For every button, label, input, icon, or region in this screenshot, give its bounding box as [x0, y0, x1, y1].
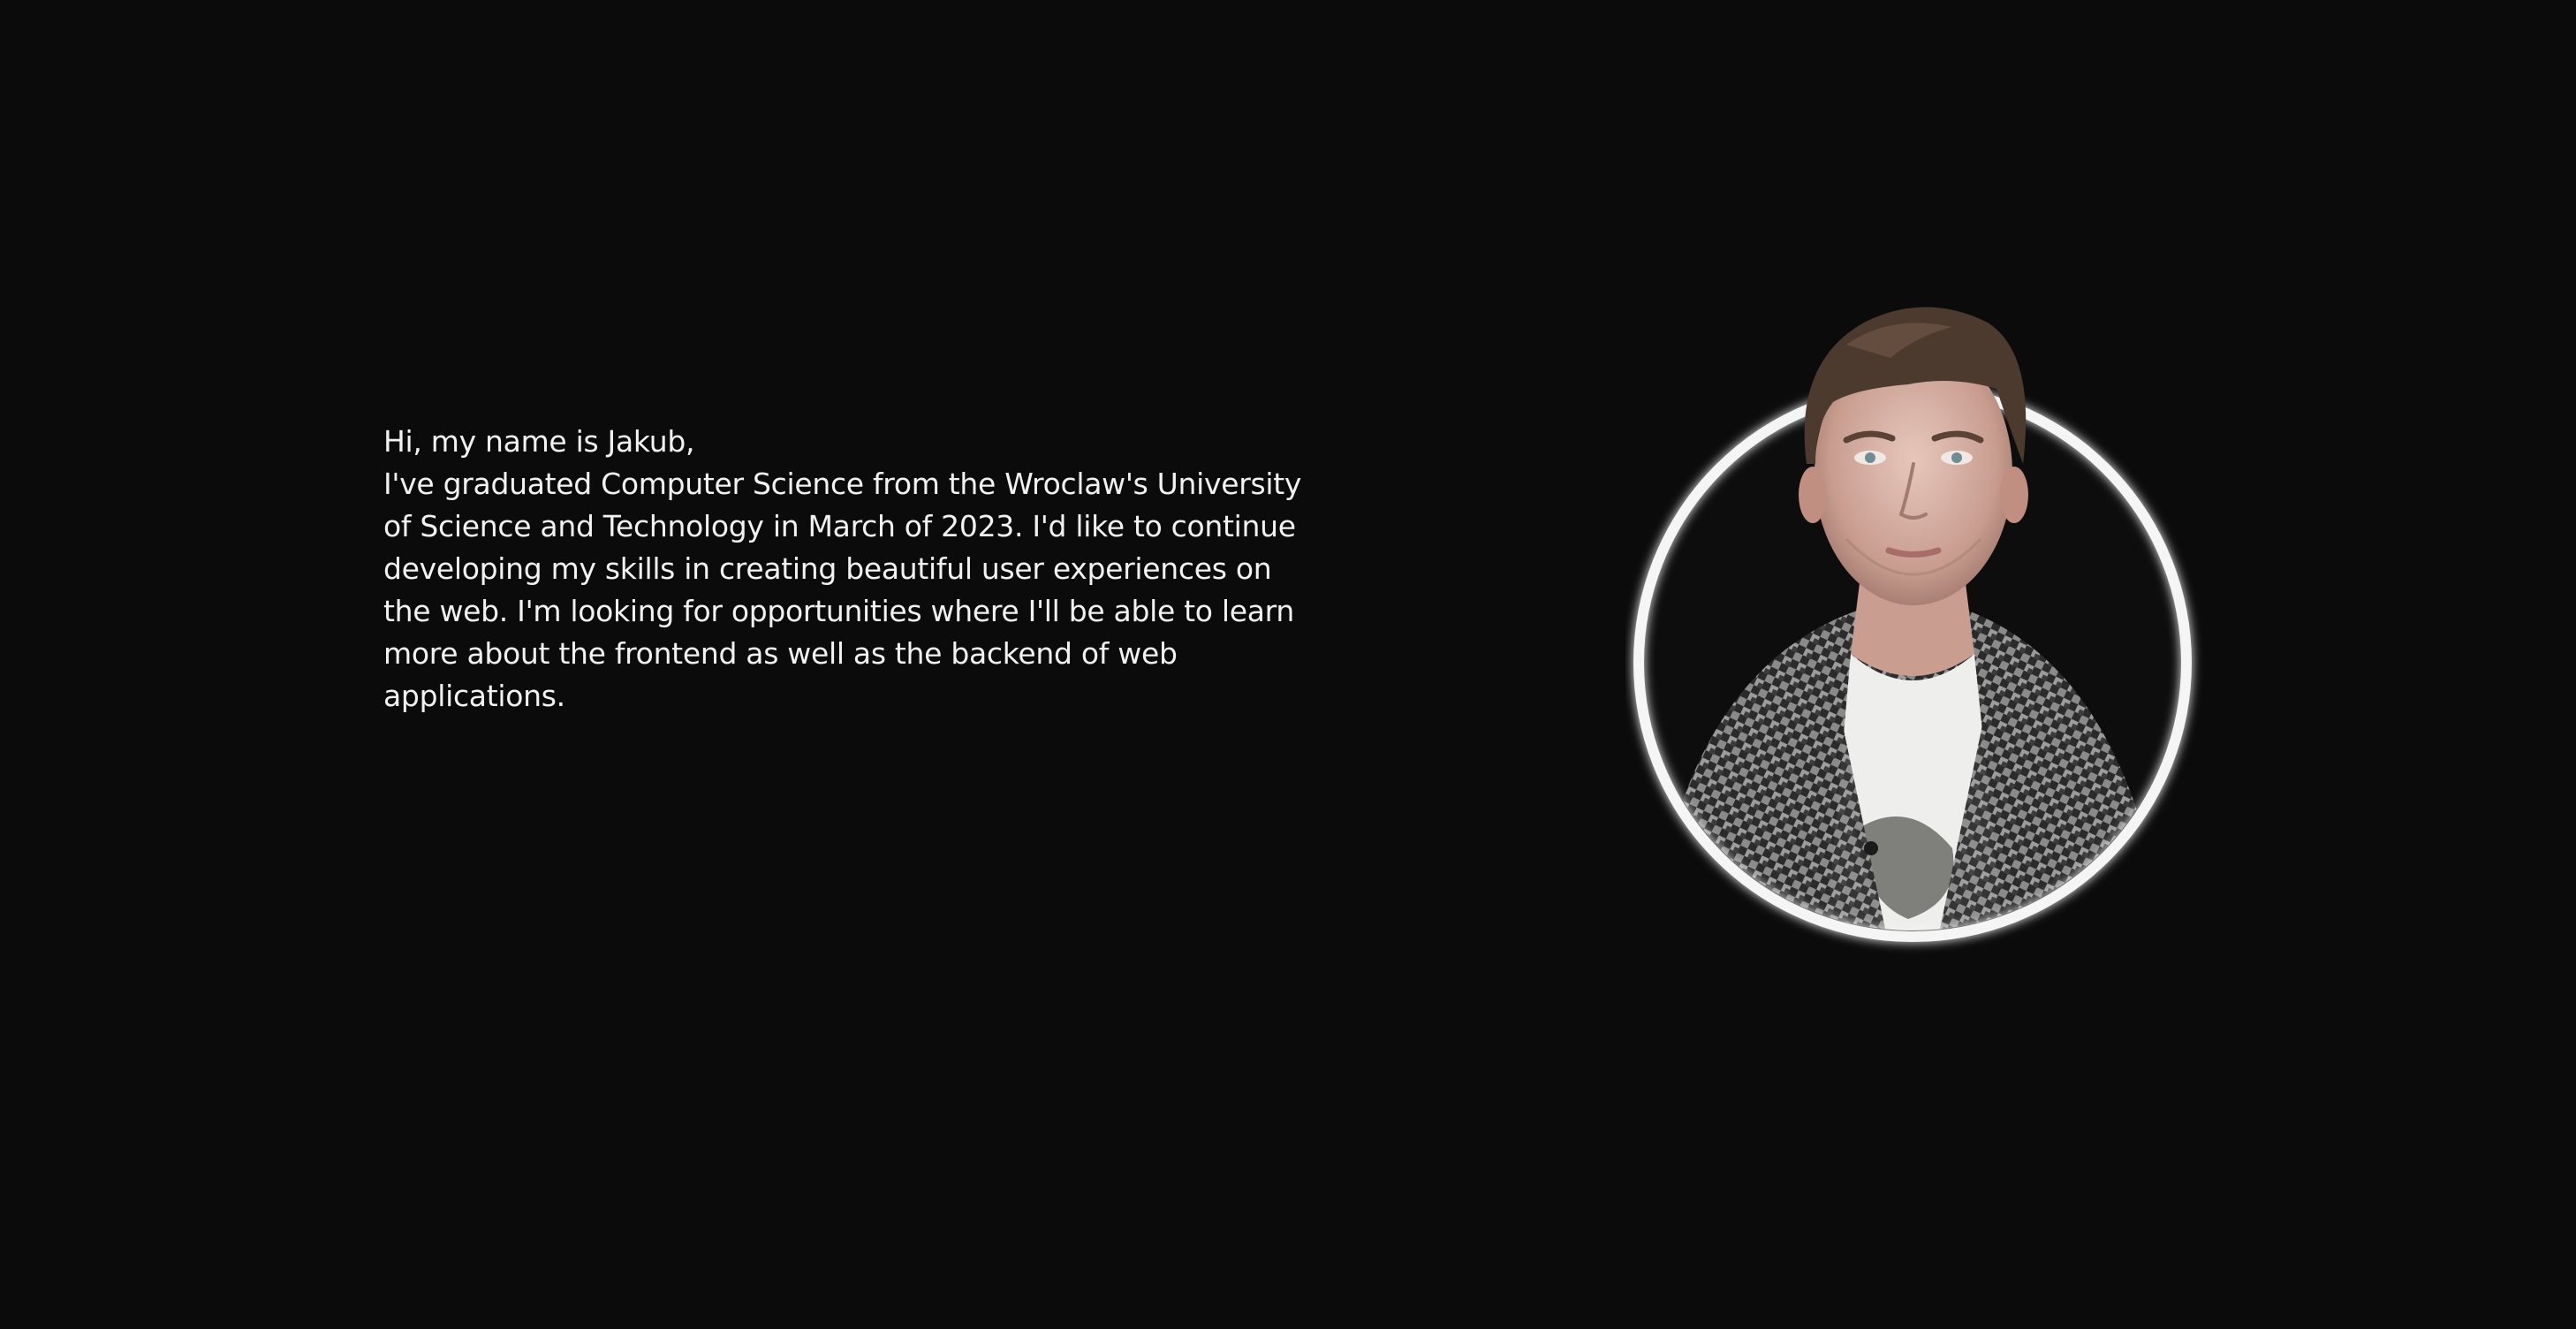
greeting-line: Hi, my name is Jakub, — [383, 424, 695, 459]
profile-photo — [1625, 283, 2332, 990]
portrait-illustration — [1633, 307, 2192, 942]
intro-text: Hi, my name is Jakub, I've graduated Com… — [383, 421, 1302, 718]
bio-paragraph: I've graduated Computer Science from the… — [383, 467, 1302, 713]
